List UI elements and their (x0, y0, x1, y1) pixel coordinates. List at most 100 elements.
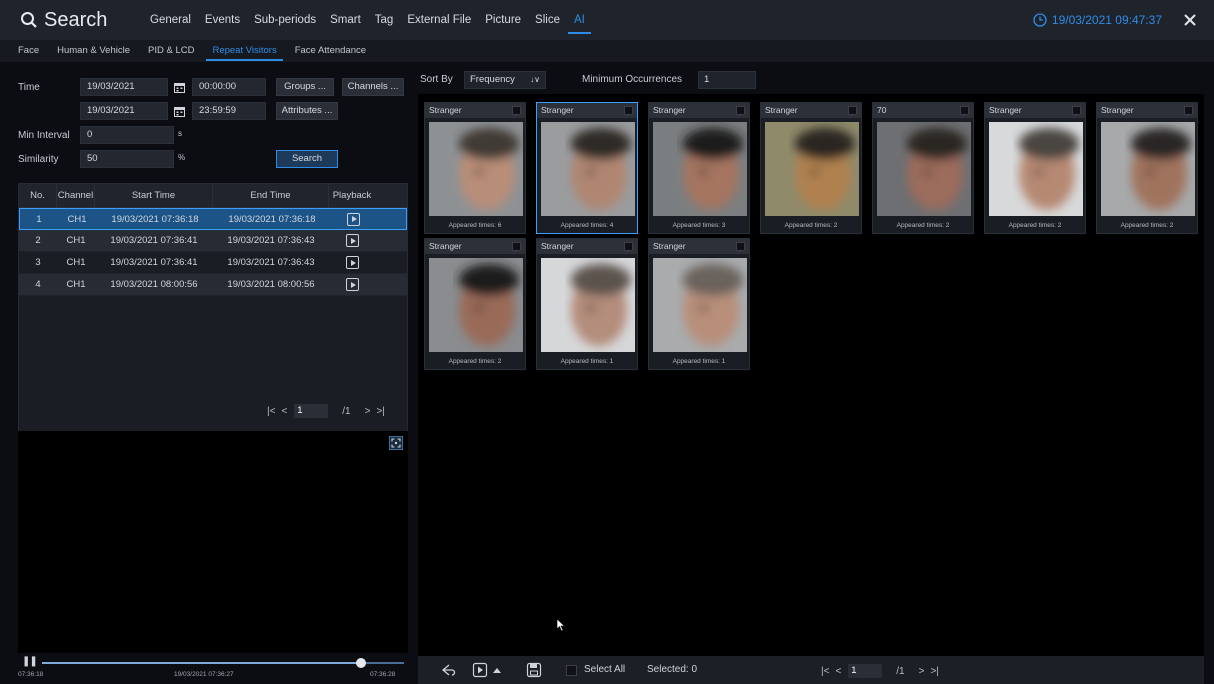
tab-events[interactable]: Events (205, 0, 240, 40)
appeared-times: Appeared times: 2 (784, 222, 838, 229)
cell-no: 4 (35, 279, 41, 290)
page-input[interactable]: 1 (294, 404, 329, 418)
timeline-handle[interactable] (355, 658, 366, 668)
table-row[interactable]: 1 CH1 19/03/2021 07:36:18 19/03/2021 07:36:… (19, 208, 407, 230)
tab-ai[interactable]: AI (568, 0, 591, 40)
face-card[interactable]: Stranger Appeared times: 1 (536, 238, 638, 370)
col-no: No. (19, 184, 57, 207)
close-icon[interactable] (1180, 10, 1200, 30)
min-interval-field[interactable]: 0 (80, 126, 174, 144)
face-card[interactable]: Stranger Appeared times: 6 (424, 102, 526, 234)
video-preview[interactable] (18, 431, 408, 653)
next-page-icon[interactable]: > (919, 666, 925, 677)
card-label: Stranger (429, 105, 462, 115)
start-time-field[interactable]: 00:00:00 (192, 78, 266, 96)
filter-panel: Time 19/03/2021 00:00:00 Groups ... Chan… (14, 68, 408, 678)
last-page-icon[interactable]: >| (930, 666, 938, 677)
similarity-field[interactable]: 50 (80, 150, 174, 168)
card-checkbox[interactable] (512, 242, 521, 251)
cell-end: 19/03/2021 07:36:43 (227, 257, 315, 268)
play-icon[interactable] (346, 212, 360, 226)
appeared-times: Appeared times: 2 (1008, 222, 1062, 229)
card-checkbox[interactable] (624, 106, 633, 115)
chevron-up-icon[interactable] (492, 662, 502, 678)
page-input[interactable]: 1 (848, 664, 883, 678)
face-card[interactable]: Stranger Appeared times: 2 (1096, 102, 1198, 234)
back-icon[interactable] (440, 662, 456, 678)
end-time-field[interactable]: 23:59:59 (192, 102, 266, 120)
face-card[interactable]: Stranger Appeared times: 3 (648, 102, 750, 234)
tab-sub-periods[interactable]: Sub-periods (254, 0, 316, 40)
groups-button[interactable]: Groups ... (276, 78, 334, 96)
face-card[interactable]: Stranger Appeared times: 2 (760, 102, 862, 234)
play-icon[interactable] (345, 278, 359, 291)
cell-no: 1 (36, 213, 42, 225)
card-header: Stranger (761, 103, 861, 118)
card-header: Stranger (537, 239, 637, 254)
table-row[interactable]: 4 CH1 19/03/2021 08:00:56 19/03/2021 08:00:… (19, 274, 407, 296)
end-date-field[interactable]: 19/03/2021 (80, 102, 168, 120)
face-card[interactable]: Stranger Appeared times: 1 (648, 238, 750, 370)
next-page-icon[interactable]: > (365, 406, 371, 417)
card-checkbox[interactable] (624, 242, 633, 251)
face-card[interactable]: Stranger Appeared times: 2 (984, 102, 1086, 234)
subtab-face[interactable]: Face (18, 40, 39, 62)
card-checkbox[interactable] (736, 242, 745, 251)
save-icon[interactable] (526, 662, 542, 678)
calendar-icon[interactable] (174, 82, 185, 93)
timeline-current: 19/03/2021 07:36:27 (174, 671, 234, 678)
chevron-down-icon: ↓∨ (530, 75, 540, 84)
pause-button[interactable]: ❚❚ (22, 656, 38, 667)
face-card[interactable]: 70 Appeared times: 2 (872, 102, 974, 234)
play-icon[interactable] (345, 256, 359, 269)
tab-smart[interactable]: Smart (330, 0, 361, 40)
prev-page-icon[interactable]: < (281, 406, 287, 417)
card-checkbox[interactable] (1184, 106, 1193, 115)
card-header: Stranger (1097, 103, 1197, 118)
prev-page-icon[interactable]: < (835, 666, 841, 677)
play-icon[interactable] (345, 234, 359, 247)
table-row[interactable]: 3 CH1 19/03/2021 07:36:41 19/03/2021 07:36:… (19, 252, 407, 274)
cell-playback (329, 278, 375, 291)
last-page-icon[interactable]: >| (376, 406, 384, 417)
attributes-button[interactable]: Attributes ... (276, 102, 338, 120)
card-checkbox[interactable] (848, 106, 857, 115)
min-occurrences-field[interactable]: 1 (698, 71, 756, 89)
tab-general[interactable]: General (150, 0, 191, 40)
appeared-times: Appeared times: 3 (672, 222, 726, 229)
results-table: No. Channel Start Time End Time Playback… (18, 183, 408, 463)
play-icon[interactable] (472, 662, 488, 678)
subtab-human-vehicle[interactable]: Human & Vehicle (57, 40, 130, 62)
sort-select[interactable]: Frequency ↓∨ (464, 71, 546, 89)
search-button[interactable]: Search (276, 150, 338, 168)
select-all-label[interactable]: Select All (584, 664, 625, 675)
card-checkbox[interactable] (736, 106, 745, 115)
face-card[interactable]: Stranger Appeared times: 2 (424, 238, 526, 370)
subtab-pid-lcd[interactable]: PID & LCD (148, 40, 194, 62)
face-card[interactable]: Stranger Appeared times: 4 (536, 102, 638, 234)
card-checkbox[interactable] (960, 106, 969, 115)
calendar-icon[interactable] (174, 106, 185, 117)
first-page-icon[interactable]: |< (267, 406, 275, 417)
fullscreen-icon[interactable] (389, 436, 403, 450)
subtab-face-attendance[interactable]: Face Attendance (295, 40, 366, 62)
first-page-icon[interactable]: |< (821, 666, 829, 677)
start-date-field[interactable]: 19/03/2021 (80, 78, 168, 96)
min-interval-unit: s (178, 129, 182, 138)
tab-tag[interactable]: Tag (375, 0, 394, 40)
table-row[interactable]: 2 CH1 19/03/2021 07:36:41 19/03/2021 07:36:… (19, 230, 407, 252)
tab-slice[interactable]: Slice (535, 0, 560, 40)
select-all-checkbox[interactable] (566, 665, 577, 676)
appeared-times: Appeared times: 2 (448, 358, 502, 365)
card-checkbox[interactable] (1072, 106, 1081, 115)
subtab-repeat-visitors[interactable]: Repeat Visitors (206, 40, 283, 62)
card-checkbox[interactable] (512, 106, 521, 115)
face-image (1101, 122, 1195, 216)
card-header: Stranger (985, 103, 1085, 118)
timeline-end: 07:36:28 (370, 671, 396, 678)
tab-external-file[interactable]: External File (407, 0, 471, 40)
main-tabs: General Events Sub-periods Smart Tag External… (150, 0, 599, 40)
sort-label: Sort By (420, 74, 453, 85)
channels-button[interactable]: Channels ... (342, 78, 404, 96)
tab-picture[interactable]: Picture (485, 0, 521, 40)
